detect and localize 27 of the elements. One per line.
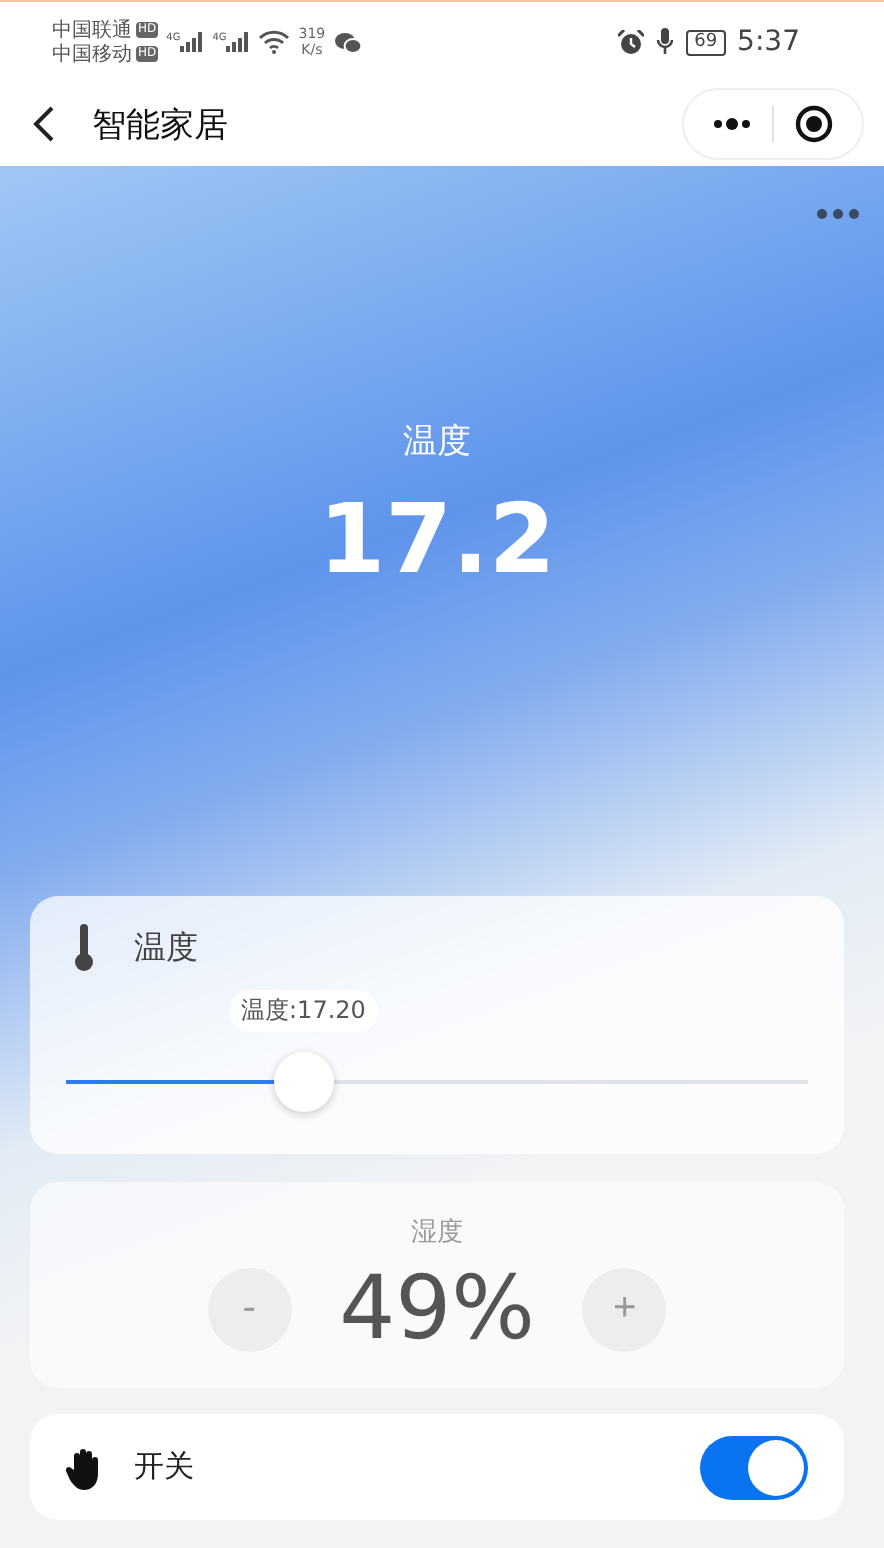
- alarm-clock-icon: [618, 29, 645, 55]
- back-icon: [32, 106, 56, 142]
- carrier-name: 中国移动: [52, 43, 132, 65]
- more-icon: [816, 208, 860, 220]
- target-icon: [794, 104, 834, 144]
- clock-time: 5:37: [737, 26, 800, 58]
- page-title: 智能家居: [92, 103, 230, 147]
- more-icon: [712, 118, 752, 130]
- card-title: 温度: [134, 927, 198, 969]
- switch-label: 开关: [134, 1448, 196, 1486]
- decrease-button[interactable]: -: [207, 1267, 292, 1351]
- carrier-name: 中国联通: [52, 19, 132, 41]
- slider-thumb[interactable]: [273, 1052, 334, 1112]
- wifi-icon: [258, 30, 291, 54]
- power-toggle[interactable]: [700, 1435, 808, 1499]
- signal-icon: [226, 32, 251, 52]
- battery-level: 69: [686, 29, 726, 55]
- humidity-label: 湿度: [411, 1216, 463, 1250]
- temperature-value: 17.2: [318, 484, 556, 596]
- chat-icon: [333, 31, 362, 53]
- value-tooltip: 温度:17.20: [229, 990, 378, 1032]
- thermometer-icon: [74, 924, 94, 972]
- temperature-label: 温度: [403, 420, 471, 464]
- humidity-value: 49%: [339, 1258, 535, 1360]
- microphone-icon: [656, 28, 675, 56]
- increase-button[interactable]: +: [582, 1267, 667, 1351]
- signal-icon: [180, 32, 205, 52]
